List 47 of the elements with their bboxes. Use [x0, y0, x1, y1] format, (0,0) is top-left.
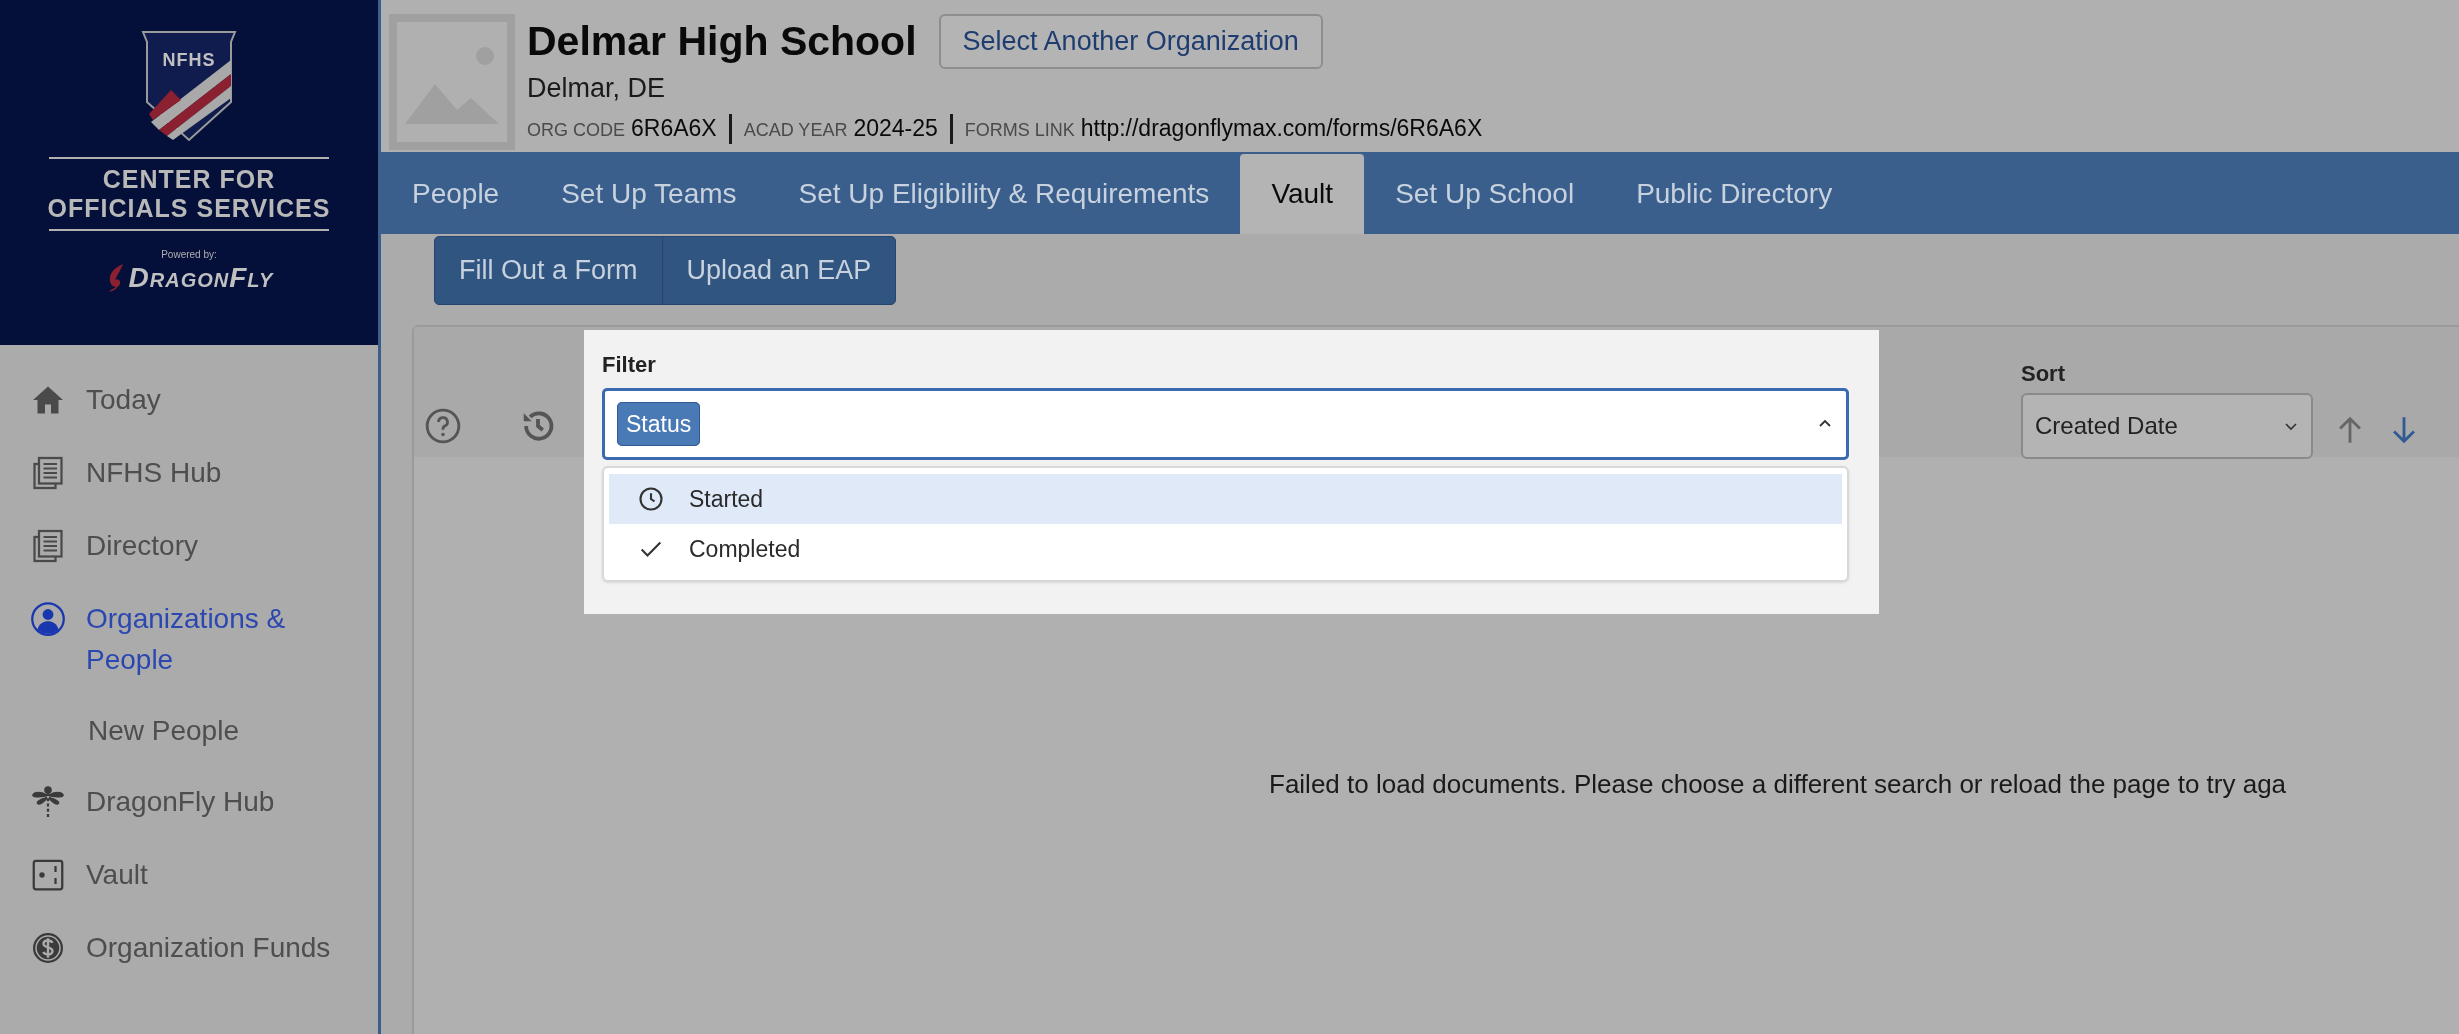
dropdown-option[interactable]: Completed: [609, 524, 1842, 574]
sort-select[interactable]: Created Date: [2021, 393, 2313, 459]
safe-icon: [30, 857, 66, 893]
select-organization-button[interactable]: Select Another Organization: [938, 14, 1323, 69]
sidebar-item[interactable]: Vault: [0, 838, 378, 911]
document-stack-icon: [30, 528, 66, 564]
meta-label: FORMS LINK: [964, 119, 1075, 142]
tab[interactable]: Set Up School: [1364, 154, 1606, 234]
meta-value: 6R6A6X: [631, 114, 717, 142]
sidebar-item[interactable]: Organization Funds: [0, 911, 378, 984]
meta-value: http://dragonflymax.com/forms/6R6A6X: [1080, 114, 1483, 142]
sort-label: Sort: [2021, 361, 2066, 387]
sidebar-item[interactable]: Organizations & People: [0, 582, 378, 696]
help-icon[interactable]: [424, 407, 462, 445]
logo-title: OFFICIALS SERVICES: [47, 194, 331, 223]
clock-icon: [637, 485, 665, 513]
meta-value: 2024-25: [853, 114, 938, 142]
organization-name: Delmar High School: [527, 18, 917, 65]
tab[interactable]: Set Up Teams: [530, 154, 768, 234]
document-stack-icon: [30, 455, 66, 491]
filter-chip[interactable]: Status: [617, 401, 701, 446]
tab[interactable]: Set Up Eligibility & Requirements: [767, 154, 1241, 234]
sidebar-item[interactable]: NFHS Hub: [0, 436, 378, 509]
shield-logo-icon: [141, 30, 237, 142]
powered-by-label: Powered by:: [161, 249, 217, 260]
brand-name: DragonFly: [128, 262, 274, 294]
meta-label: ORG CODE: [527, 119, 625, 142]
dropdown-option[interactable]: Started: [609, 474, 1842, 524]
tab[interactable]: Public Directory: [1605, 154, 1864, 234]
action-button[interactable]: Upload an EAP: [661, 237, 896, 304]
sidebar-item[interactable]: Today: [0, 363, 378, 436]
logo-title: CENTER FOR: [102, 165, 276, 194]
dragonfly-icon: [30, 784, 66, 820]
logo-mark: NFHS: [162, 49, 216, 72]
meta-label: ACAD YEAR: [743, 119, 848, 142]
error-message: Failed to load documents. Please choose a different search or reload the page to try aga: [1269, 769, 2287, 801]
filter-label: Filter: [602, 352, 657, 378]
sidebar-subitem[interactable]: New People: [0, 696, 378, 765]
sidebar-item[interactable]: Directory: [0, 509, 378, 582]
filter-select[interactable]: Status: [602, 388, 1849, 460]
sidebar-item[interactable]: DragonFly Hub: [0, 765, 378, 838]
tab[interactable]: People: [381, 154, 531, 234]
dollar-coin-icon: [30, 930, 66, 966]
person-icon: [30, 601, 66, 637]
tab[interactable]: Vault: [1240, 154, 1365, 234]
organization-location: Delmar, DE: [527, 73, 667, 104]
action-button[interactable]: Fill Out a Form: [435, 237, 662, 304]
